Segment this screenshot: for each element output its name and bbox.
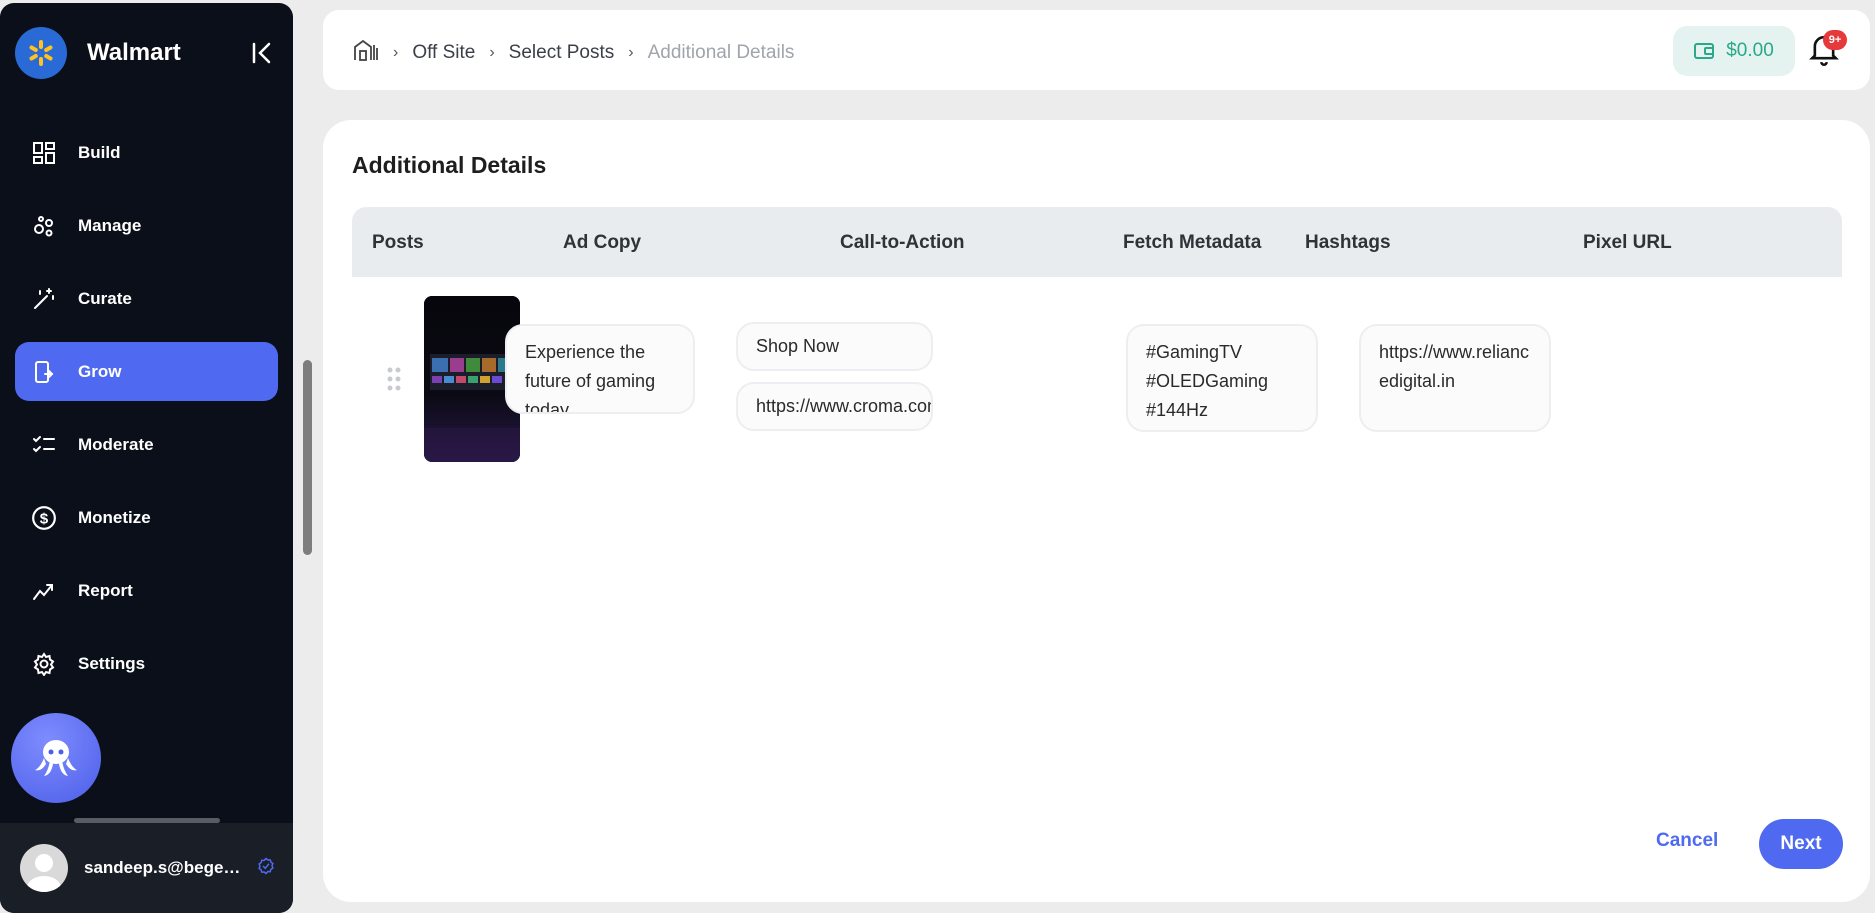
sidebar: Walmart Build Manage Curate Grow Moderat… — [0, 3, 293, 913]
cta-label-select[interactable]: Shop Now — [736, 322, 933, 371]
next-button[interactable]: Next — [1759, 819, 1843, 869]
hashtag-item: #OLEDGaming — [1146, 371, 1269, 391]
breadcrumb: › Off Site › Select Posts › Additional D… — [353, 38, 794, 68]
page-scrollbar[interactable] — [303, 360, 312, 555]
cancel-button[interactable]: Cancel — [1656, 830, 1718, 852]
sidebar-item-settings[interactable]: Settings — [15, 634, 278, 693]
sidebar-item-label: Build — [78, 142, 121, 162]
hashtag-item: #GamingTV — [1146, 342, 1243, 362]
sidebar-item-label: Manage — [78, 215, 142, 235]
svg-text:$: $ — [40, 510, 49, 527]
manage-icon — [30, 212, 58, 240]
sidebar-item-label: Grow — [78, 361, 122, 381]
collapse-sidebar-icon[interactable] — [250, 41, 274, 65]
drag-handle-icon[interactable] — [386, 366, 402, 397]
sidebar-item-label: Report — [78, 580, 133, 600]
assistant-octopus-button[interactable] — [11, 713, 101, 803]
column-ad-copy: Ad Copy — [563, 232, 642, 253]
column-fetch-metadata: Fetch Metadata — [1123, 232, 1262, 253]
column-hashtags: Hashtags — [1305, 232, 1391, 253]
wallet-icon — [1694, 43, 1715, 59]
pixel-url-textarea[interactable]: https://www.reliancedigital.in — [1359, 324, 1551, 432]
breadcrumb-select-posts[interactable]: Select Posts — [509, 42, 615, 64]
breadcrumb-separator: › — [628, 44, 634, 61]
ad-copy-textarea[interactable]: Experience the future of gaming today. — [505, 324, 695, 414]
breadcrumb-separator: › — [393, 44, 399, 61]
report-trend-icon — [30, 577, 58, 605]
sidebar-item-monetize[interactable]: $ Monetize — [15, 488, 278, 547]
breadcrumb-off-site[interactable]: Off Site — [412, 42, 475, 64]
octopus-icon — [35, 740, 77, 776]
wallet-amount: $0.00 — [1726, 40, 1774, 61]
user-email: sandeep.s@begenuin.com — [84, 858, 249, 877]
gear-icon — [30, 650, 58, 678]
user-profile[interactable]: sandeep.s@begenuin.com — [0, 823, 293, 913]
sidebar-item-label: Monetize — [78, 507, 151, 527]
column-call-to-action: Call-to-Action — [840, 232, 965, 253]
dollar-icon: $ — [30, 504, 58, 532]
sidebar-item-moderate[interactable]: Moderate — [15, 415, 278, 474]
cta-url-input[interactable]: https://www.croma.com — [736, 382, 933, 431]
sidebar-item-report[interactable]: Report — [15, 561, 278, 620]
table-header: Posts Ad Copy Call-to-Action Fetch Metad… — [352, 207, 1842, 277]
notification-badge: 9+ — [1823, 30, 1847, 50]
walmart-spark-logo — [15, 27, 67, 79]
sidebar-item-label: Curate — [78, 288, 132, 308]
brand-name: Walmart — [87, 39, 181, 66]
sidebar-item-label: Settings — [78, 653, 146, 673]
build-icon — [30, 139, 58, 167]
avatar — [20, 844, 68, 892]
brand[interactable]: Walmart — [15, 27, 181, 79]
sidebar-item-label: Moderate — [78, 434, 154, 454]
verified-badge-icon — [257, 856, 275, 880]
moderate-checklist-icon — [30, 431, 58, 459]
hashtags-textarea[interactable]: #GamingTV #OLEDGaming #144Hz — [1126, 324, 1318, 432]
sidebar-item-manage[interactable]: Manage — [15, 196, 278, 255]
grow-icon — [30, 358, 58, 386]
breadcrumb-separator: › — [489, 44, 495, 61]
sidebar-item-grow[interactable]: Grow — [15, 342, 278, 401]
page-title: Additional Details — [352, 152, 547, 178]
sidebar-item-build[interactable]: Build — [15, 123, 278, 182]
column-posts: Posts — [372, 232, 424, 253]
breadcrumb-additional-details: Additional Details — [647, 42, 795, 63]
column-pixel-url: Pixel URL — [1583, 232, 1672, 253]
sidebar-item-curate[interactable]: Curate — [15, 269, 278, 328]
additional-details-panel: Additional Details Posts Ad Copy Call-to… — [323, 120, 1870, 902]
curate-wand-icon — [30, 285, 58, 313]
wallet-balance[interactable]: $0.00 — [1673, 26, 1795, 76]
hashtag-item: #144Hz — [1146, 400, 1209, 420]
top-header: › Off Site › Select Posts › Additional D… — [323, 10, 1870, 90]
sidebar-nav: Build Manage Curate Grow Moderate $ Mone… — [15, 123, 278, 707]
home-icon[interactable] — [353, 38, 379, 68]
